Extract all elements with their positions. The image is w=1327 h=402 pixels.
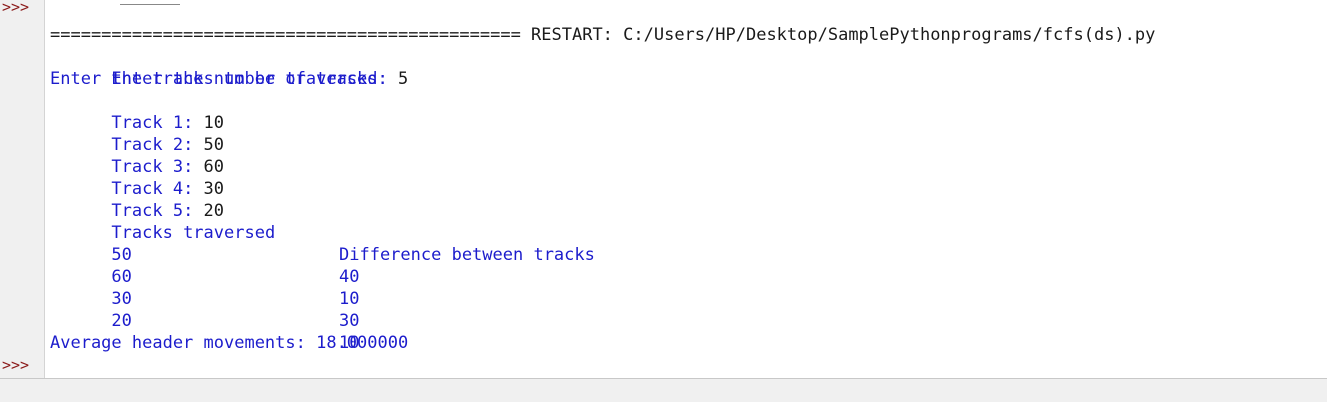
- table-row: 20 10: [50, 288, 750, 353]
- num-tracks-value: 5: [398, 69, 409, 89]
- status-bar: [0, 378, 1327, 402]
- table-header: Tracks traversed Difference between trac…: [50, 200, 750, 265]
- num-tracks-line: Enter the number of tracks: 5: [50, 46, 408, 89]
- clipped-previous-line: [120, 0, 180, 5]
- python-shell-window: >>> >>> ================================…: [0, 0, 1327, 402]
- prompt-gutter: >>> >>>: [0, 0, 45, 378]
- track-5-line: Track 5: 20: [50, 178, 224, 221]
- restart-line: ========================================…: [50, 25, 1156, 45]
- table-row: 60 10: [50, 244, 750, 309]
- average-line: Average header movements: 18.000000: [50, 333, 409, 353]
- row-track: 20: [111, 311, 132, 331]
- row-diff: 30: [339, 311, 360, 331]
- prompt-current: >>>: [2, 356, 30, 374]
- track-3-line: Track 3: 60: [50, 134, 224, 177]
- track-1-line: Track 1: 10: [50, 90, 224, 133]
- enter-tracks-line: Enter the tracks to be traversed:: [50, 69, 388, 89]
- table-row: 30 30: [50, 266, 750, 331]
- table-row: 50 40: [50, 222, 750, 287]
- shell-text-area[interactable]: ========================================…: [50, 0, 1327, 378]
- track-4-line: Track 4: 30: [50, 156, 224, 199]
- prompt-top: >>>: [2, 0, 30, 16]
- track-2-line: Track 2: 50: [50, 112, 224, 155]
